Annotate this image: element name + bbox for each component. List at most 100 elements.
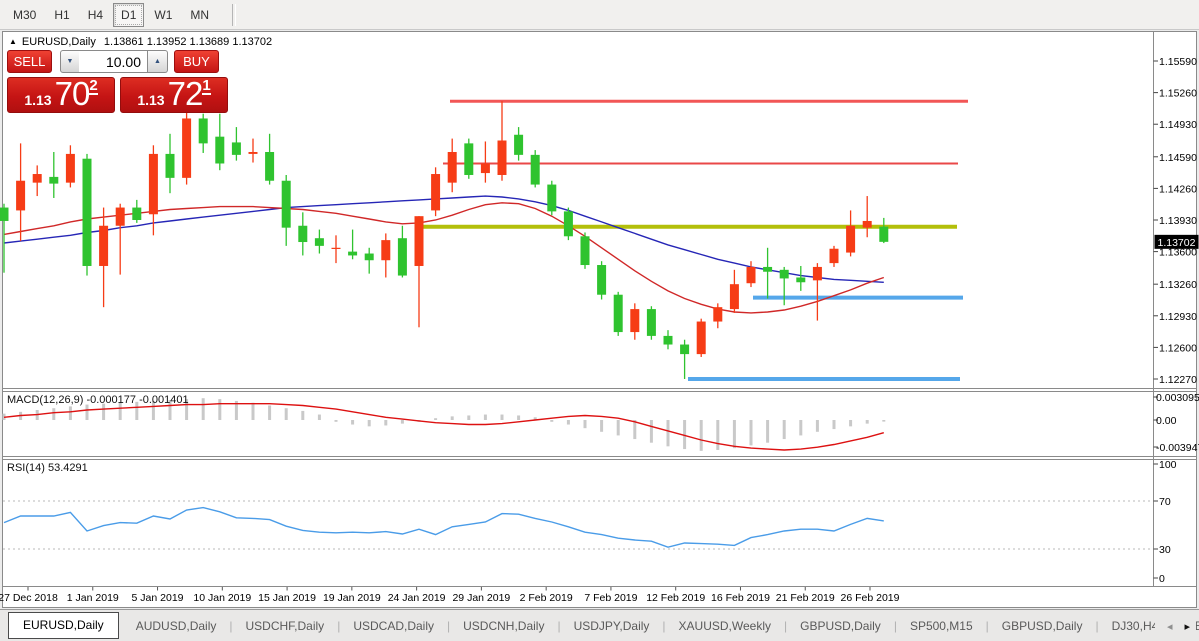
candle-body xyxy=(647,309,656,336)
candle-body xyxy=(514,135,523,155)
candle-body xyxy=(249,152,258,154)
tab-usdjpy-daily[interactable]: USDJPY,Daily xyxy=(561,619,663,633)
time-axis-label: 26 Feb 2019 xyxy=(841,592,900,604)
candle-body xyxy=(581,236,590,265)
candle-body xyxy=(49,177,58,184)
tab-usdcnh-daily[interactable]: USDCNH,Daily xyxy=(450,619,557,633)
sell-button[interactable]: SELL xyxy=(7,50,52,73)
candle-body xyxy=(398,238,407,275)
tab-scroll-left-icon[interactable]: ◂ xyxy=(1167,620,1173,633)
candle-body xyxy=(431,174,440,210)
current-price-label: 1.13702 xyxy=(1158,237,1196,249)
time-axis-label: 27 Dec 2018 xyxy=(0,592,58,604)
candle-body xyxy=(863,221,872,228)
candle-body xyxy=(332,248,341,249)
symbol-period-label: EURUSD,Daily xyxy=(22,36,96,48)
tab-usdcad-daily[interactable]: USDCAD,Daily xyxy=(340,619,447,633)
candle-body xyxy=(448,152,457,183)
time-axis-label: 16 Feb 2019 xyxy=(711,592,770,604)
rsi-axis-label: 30 xyxy=(1159,544,1171,556)
candle-body xyxy=(747,267,756,283)
time-axis-label: 19 Jan 2019 xyxy=(323,592,381,604)
tab-gbpusd-daily[interactable]: GBPUSD,Daily xyxy=(989,619,1096,633)
sell-price-small: 1.13 xyxy=(24,92,51,108)
candle-body xyxy=(763,267,772,272)
candle-body xyxy=(182,118,191,177)
time-axis-label: 29 Jan 2019 xyxy=(452,592,510,604)
rsi-axis-label: 0 xyxy=(1159,573,1165,585)
candle-body xyxy=(83,159,92,266)
tab-scroll-buttons: ◂ ▸ xyxy=(1155,610,1196,641)
candle-body xyxy=(464,143,473,175)
candle-body xyxy=(265,152,274,181)
buy-button[interactable]: BUY xyxy=(174,50,219,73)
tab-eurusd-daily[interactable]: EURUSD,Daily xyxy=(8,612,119,639)
time-axis-label: 21 Feb 2019 xyxy=(776,592,835,604)
buy-price-small: 1.13 xyxy=(137,92,164,108)
candle-body xyxy=(215,137,224,164)
candle-body xyxy=(597,265,606,295)
time-axis-label: 24 Jan 2019 xyxy=(388,592,446,604)
buy-price-button[interactable]: 1.13721 xyxy=(120,77,228,113)
candle-body xyxy=(547,185,556,212)
collapse-panel-icon[interactable]: ▲ xyxy=(9,37,17,46)
price-axis-label: 1.12930 xyxy=(1159,311,1197,323)
time-axis-label: 2 Feb 2019 xyxy=(520,592,573,604)
candle-body xyxy=(614,295,623,332)
candle-body xyxy=(348,252,357,256)
time-axis-label: 10 Jan 2019 xyxy=(193,592,251,604)
sell-price-big: 70 xyxy=(55,80,90,108)
tab-usdchf-daily[interactable]: USDCHF,Daily xyxy=(233,619,338,633)
candle-body xyxy=(365,254,374,261)
candle-body xyxy=(531,155,540,185)
candle-body xyxy=(564,211,573,236)
macd-axis-label: 0.003095 xyxy=(1156,392,1199,404)
price-axis-label: 1.14590 xyxy=(1159,152,1197,164)
price-axis-label: 1.15260 xyxy=(1159,88,1197,100)
candle-body xyxy=(232,142,241,154)
sell-price-sup: 2 xyxy=(89,79,97,95)
candle-body xyxy=(780,270,789,279)
candle-body xyxy=(830,249,839,263)
candle-body xyxy=(199,118,208,143)
price-axis-label: 1.12270 xyxy=(1159,374,1197,386)
volume-input[interactable] xyxy=(79,50,148,73)
trade-prices-row: 1.13702 1.13721 xyxy=(7,77,229,113)
tab-gbpusd-daily[interactable]: GBPUSD,Daily xyxy=(787,619,894,633)
app-root: 1.155901.152601.149301.145901.142601.139… xyxy=(0,0,1199,641)
time-axis-label: 15 Jan 2019 xyxy=(258,592,316,604)
candle-body xyxy=(282,181,291,228)
price-axis-label: 1.14930 xyxy=(1159,119,1197,131)
candle-body xyxy=(0,208,9,221)
candle-body xyxy=(381,240,390,260)
rsi-label: RSI(14) 53.4291 xyxy=(7,462,88,474)
tab-sp500-m15[interactable]: SP500,M15 xyxy=(897,619,986,633)
tab-scroll-right-icon[interactable]: ▸ xyxy=(1184,620,1190,633)
macd-axis-label: -0.003947 xyxy=(1156,442,1199,454)
chart-tab-bar: EURUSD,DailyAUDUSD,Daily|USDCHF,Daily|US… xyxy=(0,609,1199,641)
candle-body xyxy=(697,322,706,355)
tab-xauusd-weekly[interactable]: XAUUSD,Weekly xyxy=(666,619,784,633)
sell-price-button[interactable]: 1.13702 xyxy=(7,77,115,113)
candle-body xyxy=(33,174,42,183)
candle-body xyxy=(16,181,25,211)
candle-body xyxy=(879,227,888,242)
candle-body xyxy=(713,307,722,321)
time-axis-label: 1 Jan 2019 xyxy=(67,592,119,604)
time-axis-label: 7 Feb 2019 xyxy=(584,592,637,604)
candle-body xyxy=(66,154,75,183)
candle-body xyxy=(498,141,507,175)
price-axis-label: 1.13260 xyxy=(1159,279,1197,291)
candle-body xyxy=(315,238,324,246)
one-click-trade-panel: SELL ▼ ▲ BUY 1.13702 1.13721 xyxy=(7,50,229,113)
candle-body xyxy=(730,284,739,309)
price-axis-label: 1.13930 xyxy=(1159,215,1197,227)
volume-decrease-button[interactable]: ▼ xyxy=(60,50,80,73)
candle-body xyxy=(664,336,673,345)
tab-audusd-daily[interactable]: AUDUSD,Daily xyxy=(123,619,230,633)
trade-controls-row: SELL ▼ ▲ BUY xyxy=(7,50,229,73)
rsi-axis-label: 70 xyxy=(1159,496,1171,508)
macd-label: MACD(12,26,9) -0.000177 -0.001401 xyxy=(7,394,189,406)
volume-increase-button[interactable]: ▲ xyxy=(148,50,168,73)
candle-body xyxy=(481,163,490,173)
